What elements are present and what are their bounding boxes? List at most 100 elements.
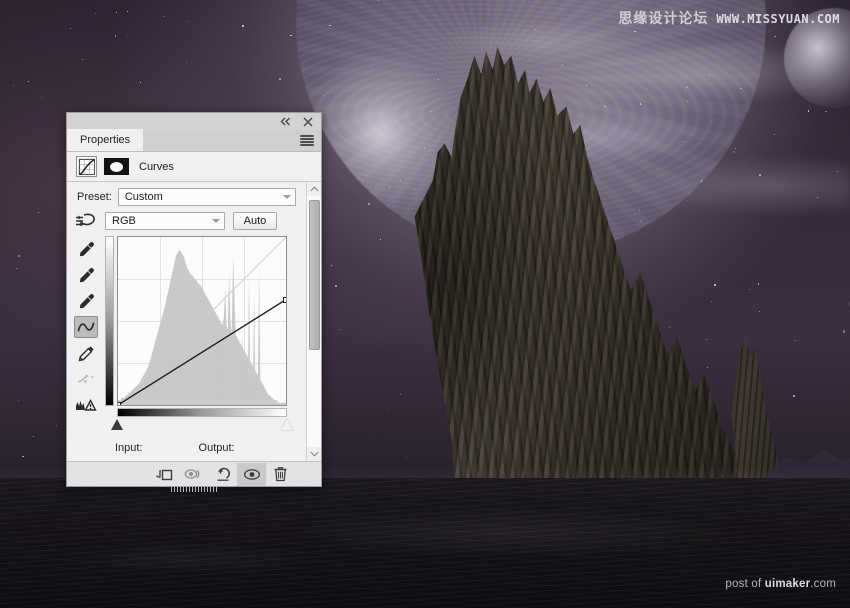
histogram-spike xyxy=(257,265,261,405)
input-output-row: Input: Output: xyxy=(67,440,306,456)
panel-menu-icon[interactable] xyxy=(300,135,314,146)
star xyxy=(681,140,683,143)
star xyxy=(711,120,713,122)
star xyxy=(795,339,797,341)
chevron-down-icon xyxy=(283,195,291,199)
star xyxy=(749,289,750,291)
star xyxy=(55,424,57,426)
smooth-curve-icon xyxy=(74,368,98,390)
output-label: Output: xyxy=(198,442,235,454)
on-image-adjustment-icon[interactable] xyxy=(67,212,105,230)
star xyxy=(634,30,636,33)
histogram-spike xyxy=(247,272,251,405)
collapse-panel-button[interactable] xyxy=(279,116,292,128)
star xyxy=(773,133,776,136)
star xyxy=(335,285,337,287)
gray-point-eyedropper-icon[interactable] xyxy=(74,264,98,286)
blackwhite-point-sliders xyxy=(111,419,293,431)
star xyxy=(115,11,118,14)
star xyxy=(700,143,702,145)
star xyxy=(562,63,564,65)
delete-layer-icon[interactable] xyxy=(266,463,295,486)
adjustment-title: Curves xyxy=(139,160,174,173)
star xyxy=(757,283,760,285)
star xyxy=(709,74,711,77)
tab-properties[interactable]: Properties xyxy=(67,129,144,151)
curves-grid[interactable] xyxy=(117,236,287,406)
panel-body: Preset: Custom RGB Auto Input: Output: xyxy=(67,182,321,461)
star xyxy=(706,339,707,341)
white-point-eyedropper-icon[interactable] xyxy=(74,290,98,312)
star xyxy=(706,366,709,369)
screenshot-root: 思缘设计论坛 WWW.MISSYUAN.COM post of uimaker.… xyxy=(0,0,850,608)
view-previous-state-icon[interactable] xyxy=(179,463,208,486)
star xyxy=(69,28,71,30)
black-point-eyedropper-icon[interactable] xyxy=(74,238,98,260)
star xyxy=(758,174,761,177)
star xyxy=(685,86,688,89)
pencil-icon[interactable] xyxy=(74,342,98,364)
star xyxy=(735,148,736,150)
clipping-warning-icon[interactable] xyxy=(74,394,98,416)
chevron-down-icon[interactable] xyxy=(307,447,322,461)
scrollbar-track[interactable] xyxy=(306,196,321,447)
channel-value: RGB xyxy=(112,215,136,227)
star xyxy=(323,95,325,96)
clip-to-layer-icon[interactable] xyxy=(150,463,179,486)
star xyxy=(639,103,642,105)
scrollbar-thumb[interactable] xyxy=(308,200,320,350)
star xyxy=(278,77,281,80)
star xyxy=(186,21,188,23)
preset-row: Preset: Custom xyxy=(67,188,306,206)
star xyxy=(33,435,35,437)
panel-resize-grip[interactable] xyxy=(171,486,217,492)
output-value[interactable] xyxy=(239,441,269,455)
star xyxy=(825,110,827,113)
preset-dropdown[interactable]: Custom xyxy=(117,188,296,206)
panel-scrollbar[interactable] xyxy=(306,182,321,461)
curves-grid-icon[interactable] xyxy=(76,156,97,177)
layer-mask-thumbnail[interactable] xyxy=(104,158,129,175)
curve-control-point[interactable] xyxy=(118,402,121,405)
star xyxy=(842,330,845,333)
histogram xyxy=(118,250,286,405)
adjustment-header: Curves xyxy=(67,152,321,182)
star xyxy=(127,10,128,12)
black-point-slider[interactable] xyxy=(111,419,123,430)
star xyxy=(379,239,381,241)
star xyxy=(15,267,17,269)
input-gradient-strip xyxy=(117,408,287,417)
panel-titlebar xyxy=(67,113,321,130)
star xyxy=(242,25,244,27)
toggle-layer-visibility-icon[interactable] xyxy=(237,462,266,486)
star xyxy=(733,150,736,153)
close-panel-button[interactable] xyxy=(301,116,314,128)
star xyxy=(685,200,687,202)
star xyxy=(12,84,15,87)
curves-graph-area xyxy=(67,236,306,430)
star xyxy=(665,187,667,188)
star xyxy=(589,14,591,16)
reset-adjustment-icon[interactable] xyxy=(208,463,237,486)
star xyxy=(387,408,389,410)
curve-control-point[interactable] xyxy=(283,296,286,303)
star xyxy=(774,35,776,38)
chevron-up-icon[interactable] xyxy=(307,182,322,196)
star xyxy=(711,300,713,302)
star xyxy=(331,264,332,266)
white-point-slider[interactable] xyxy=(281,419,293,430)
curves-tool-column xyxy=(67,236,105,416)
preset-value: Custom xyxy=(124,191,163,203)
input-value[interactable] xyxy=(147,441,177,455)
preset-label: Preset: xyxy=(77,191,112,203)
star xyxy=(792,394,795,398)
auto-button[interactable]: Auto xyxy=(233,212,277,230)
output-gradient-strip xyxy=(105,236,114,406)
channel-dropdown[interactable]: RGB xyxy=(105,212,225,230)
foreground-ground xyxy=(0,478,850,608)
star xyxy=(437,78,439,80)
curve-pointer-icon[interactable] xyxy=(74,316,98,338)
star xyxy=(329,24,331,27)
star xyxy=(405,456,407,458)
star xyxy=(638,210,640,212)
